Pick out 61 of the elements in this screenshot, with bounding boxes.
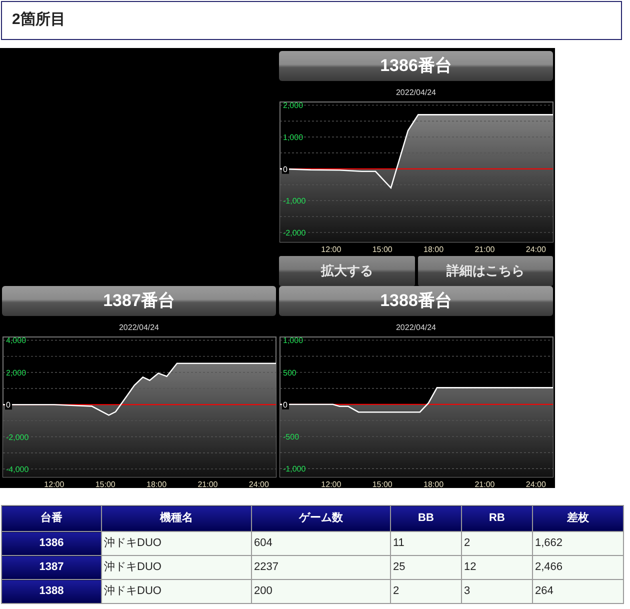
table-cell: 沖ドキDUO	[102, 532, 252, 556]
y-axis-label: 0	[6, 400, 10, 410]
chart-date: 2022/04/24	[118, 322, 160, 334]
x-axis-label: 15:00	[94, 480, 115, 489]
y-axis-label: 500	[282, 368, 296, 378]
table-cell: 264	[532, 580, 624, 604]
panel-title: 1387番台	[2, 286, 276, 316]
x-axis-label: 12:00	[320, 245, 341, 254]
section-heading: 2箇所目	[1, 1, 622, 40]
x-axis-label: 18:00	[423, 480, 444, 489]
x-axis-label: 15:00	[372, 245, 392, 254]
x-axis-label: 24:00	[525, 480, 546, 489]
chart-date: 2022/04/24	[396, 322, 436, 334]
chart-date: 2022/04/24	[396, 87, 436, 99]
table-cell: 3	[462, 580, 532, 604]
table-cell: 11	[390, 532, 462, 556]
row-header: 1386	[2, 532, 102, 556]
x-axis-label: 12:00	[320, 480, 341, 489]
y-axis-label: 0	[282, 164, 287, 174]
table-cell: 2,466	[532, 556, 624, 580]
table-cell: 1,662	[532, 532, 624, 556]
y-axis-label: -4,000	[6, 464, 28, 474]
x-axis-label: 24:00	[248, 480, 268, 489]
x-axis-label: 18:00	[423, 245, 444, 254]
y-axis-label: -2,000	[6, 432, 28, 442]
column-header: BB	[390, 506, 462, 532]
y-axis-label: -500	[282, 432, 299, 442]
table-cell: 沖ドキDUO	[102, 556, 252, 580]
y-axis-label: 1,000	[282, 336, 303, 346]
table-cell: 2	[390, 580, 462, 604]
table-cell: 25	[390, 556, 462, 580]
column-header: RB	[462, 506, 532, 532]
y-axis-label: 0	[282, 400, 287, 410]
row-header: 1388	[2, 580, 102, 604]
y-axis-label: 2,000	[282, 101, 303, 110]
column-header: ゲーム数	[252, 506, 390, 532]
x-axis-label: 12:00	[44, 480, 64, 489]
x-axis-label: 21:00	[474, 480, 494, 489]
y-axis-label: 4,000	[6, 336, 26, 346]
y-axis-label: 1,000	[282, 133, 303, 142]
table-cell: 2237	[252, 556, 390, 580]
table-cell: 604	[252, 532, 390, 556]
y-axis-label: -2,000	[282, 228, 306, 238]
table-cell: 2	[462, 532, 532, 556]
x-axis-label: 18:00	[146, 480, 166, 489]
row-header: 1387	[2, 556, 102, 580]
y-axis-label: -1,000	[282, 464, 306, 474]
column-header: 台番	[2, 506, 102, 532]
table-cell: 12	[462, 556, 532, 580]
y-axis-label: 2,000	[6, 368, 26, 378]
column-header: 差枚	[532, 506, 624, 532]
panel-title: 1388番台	[279, 286, 553, 316]
x-axis-label: 24:00	[525, 245, 546, 254]
y-axis-label: -1,000	[282, 196, 306, 206]
x-axis-label: 21:00	[474, 245, 494, 254]
x-axis-label: 21:00	[197, 480, 218, 489]
column-header: 機種名	[102, 506, 252, 532]
panel-title: 1386番台	[279, 51, 553, 81]
x-axis-label: 15:00	[372, 480, 392, 489]
table-cell: 沖ドキDUO	[102, 580, 252, 604]
table-cell: 200	[252, 580, 390, 604]
